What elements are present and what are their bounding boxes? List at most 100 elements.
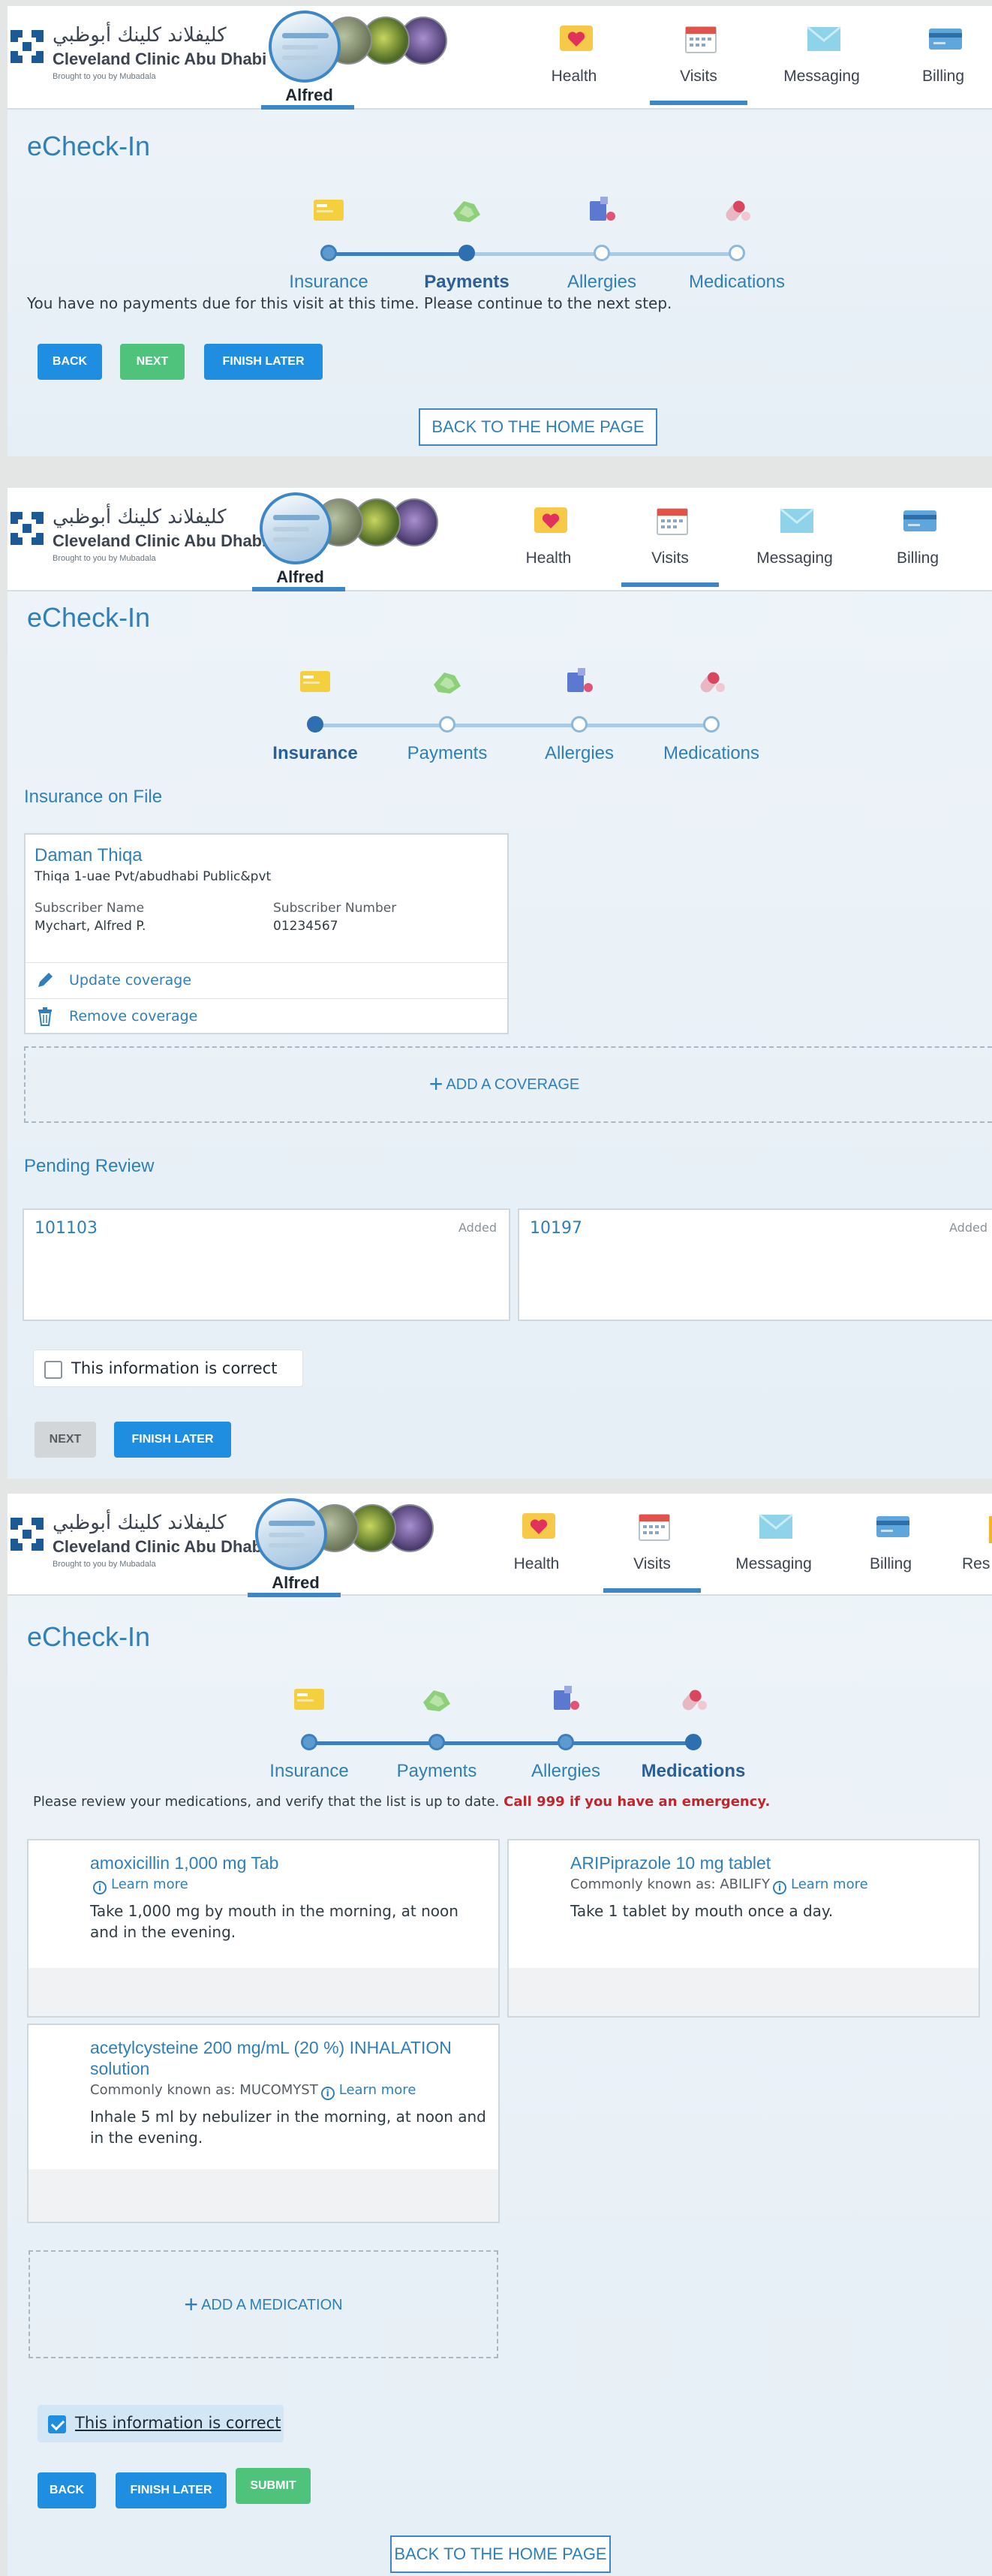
medications-message: Please review your medications, and veri… (33, 1794, 770, 1810)
remove-coverage-link[interactable]: Remove coverage (26, 998, 507, 1034)
pending-item-id: 10197 (530, 1219, 582, 1238)
heart-icon (558, 24, 594, 54)
nav-active-indicator (603, 1588, 701, 1593)
confirm-checkbox-row[interactable]: This information is correct (33, 1350, 303, 1387)
step-label-payments[interactable]: Payments (392, 272, 542, 293)
payments-message: You have no payments due for this visit … (27, 294, 672, 312)
avatar[interactable] (269, 11, 341, 83)
insurance-card: Daman Thiqa Thiqa 1-uae Pvt/abudhabi Pub… (24, 833, 509, 1034)
avatar[interactable] (255, 1498, 327, 1570)
heart-icon (521, 1512, 557, 1542)
add-coverage-area[interactable]: + ADD A COVERAGE (24, 1046, 992, 1123)
nav-health[interactable]: Health (525, 6, 623, 108)
avatar[interactable] (260, 492, 332, 564)
step-dot-allergies[interactable] (594, 245, 610, 261)
step-dot-insurance[interactable] (301, 1734, 317, 1750)
medication-name[interactable]: acetylcysteine 200 mg/mL (20 %) INHALATI… (90, 2037, 488, 2079)
next-button[interactable]: NEXT (120, 344, 185, 380)
nav-billing[interactable]: Billing (894, 6, 992, 108)
step-label-allergies[interactable]: Allergies (527, 272, 677, 293)
add-coverage-link[interactable]: + ADD A COVERAGE (18, 1070, 990, 1098)
confirm-checkbox[interactable] (44, 1361, 62, 1379)
billing-icon (875, 1512, 911, 1542)
finish-later-button[interactable]: FINISH LATER (116, 2472, 227, 2508)
nav-billing-label: Billing (896, 549, 939, 567)
nav-visits-label: Visits (680, 68, 717, 85)
medication-sig: Take 1,000 mg by mouth in the morning, a… (90, 1902, 458, 1941)
nav-visits[interactable]: Visits (621, 488, 719, 590)
profile-switcher[interactable]: Alfred (248, 1498, 480, 1597)
step-dot-payments[interactable] (428, 1734, 445, 1750)
back-button[interactable]: BACK (38, 2472, 96, 2508)
step-label-insurance[interactable]: Insurance (240, 743, 390, 764)
nav-health[interactable]: Health (500, 488, 597, 590)
back-button[interactable]: BACK (38, 344, 102, 380)
step-label-medications[interactable]: Medications (662, 272, 812, 293)
step-dot-payments[interactable] (458, 245, 475, 261)
step-dot-insurance[interactable] (320, 245, 337, 261)
nav-messaging[interactable]: Messaging (725, 1494, 822, 1596)
profile-switcher[interactable]: Alfred (261, 11, 494, 110)
screen-payments: كليفلاند كلينك أبوظبي Cleveland Clinic A… (8, 6, 992, 456)
pending-item[interactable]: 10197 Added (518, 1208, 992, 1321)
payments-icon (449, 194, 485, 227)
brand-name: Cleveland Clinic Abu Dhabi (53, 1537, 267, 1556)
nav-visits[interactable]: Visits (650, 6, 747, 108)
confirm-checkbox-row[interactable]: This information is correct (38, 2405, 284, 2442)
learn-more-link[interactable]: Learn more (791, 1876, 868, 1892)
step-dot-allergies[interactable] (558, 1734, 574, 1750)
payments-icon (419, 1683, 455, 1716)
step-label-payments[interactable]: Payments (362, 1761, 512, 1782)
nav-visits[interactable]: Visits (603, 1494, 701, 1596)
pending-item[interactable]: 101103 Added (23, 1208, 510, 1321)
envelope-icon (806, 24, 842, 54)
brand-logo-icon (11, 1518, 44, 1551)
medication-name[interactable]: amoxicillin 1,000 mg Tab (90, 1852, 480, 1873)
nav-resources-label: Res (962, 1555, 990, 1572)
nav-health[interactable]: Health (488, 1494, 585, 1596)
back-to-home-link[interactable]: BACK TO THE HOME PAGE (419, 408, 657, 446)
confirm-label[interactable]: This information is correct (75, 2414, 281, 2432)
step-dot-medications[interactable] (729, 245, 745, 261)
learn-more-link[interactable]: Learn more (111, 1876, 188, 1892)
back-to-home-link[interactable]: BACK TO THE HOME PAGE (390, 2535, 611, 2573)
medication-aka: Commonly known as: ABILIFY i Learn more (570, 1876, 868, 1894)
add-medication-area[interactable]: + ADD A MEDICATION (29, 2250, 498, 2358)
step-label-insurance[interactable]: Insurance (254, 272, 404, 293)
submit-button[interactable]: SUBMIT (236, 2468, 311, 2504)
medication-name[interactable]: ARIPiprazole 10 mg tablet (570, 1852, 960, 1873)
step-label-payments[interactable]: Payments (372, 743, 522, 764)
nav-billing[interactable]: Billing (842, 1494, 939, 1596)
step-dot-medications[interactable] (685, 1734, 702, 1750)
add-coverage-label: ADD A COVERAGE (446, 1076, 580, 1093)
billing-icon (927, 24, 963, 54)
profile-switcher[interactable]: Alfred (252, 492, 485, 591)
step-label-medications[interactable]: Medications (618, 1761, 768, 1782)
step-dot-allergies[interactable] (571, 716, 588, 733)
medication-sig: Inhale 5 ml by nebulizer in the morning,… (90, 2108, 486, 2147)
nav-messaging[interactable]: Messaging (746, 488, 843, 590)
step-dot-insurance[interactable] (307, 716, 323, 733)
step-dot-medications[interactable] (703, 716, 720, 733)
step-label-allergies[interactable]: Allergies (504, 743, 654, 764)
finish-later-button[interactable]: FINISH LATER (114, 1422, 231, 1458)
app-header: كليفلاند كلينك أبوظبي Cleveland Clinic A… (8, 6, 992, 110)
update-coverage-link[interactable]: Update coverage (26, 962, 507, 998)
step-label-medications[interactable]: Medications (636, 743, 786, 764)
step-dot-payments[interactable] (439, 716, 455, 733)
next-button[interactable]: NEXT (35, 1422, 96, 1458)
brand-name: Cleveland Clinic Abu Dhabi (53, 531, 267, 550)
add-medication-label: ADD A MEDICATION (201, 2297, 343, 2313)
nav-billing[interactable]: Billing (869, 488, 966, 590)
allergies-icon (584, 194, 620, 227)
insurance-card-icon (297, 665, 333, 698)
add-medication-link[interactable]: + ADD A MEDICATION (30, 2291, 497, 2319)
calendar-icon (654, 506, 690, 536)
nav-messaging[interactable]: Messaging (773, 6, 870, 108)
nav-resources[interactable]: Res (945, 1494, 992, 1596)
confirm-label[interactable]: This information is correct (71, 1359, 277, 1377)
confirm-checkbox[interactable] (48, 2415, 66, 2433)
finish-later-button[interactable]: FINISH LATER (204, 344, 323, 380)
medication-learn-more[interactable]: i Learn more (90, 1876, 188, 1894)
learn-more-link[interactable]: Learn more (339, 2082, 416, 2098)
